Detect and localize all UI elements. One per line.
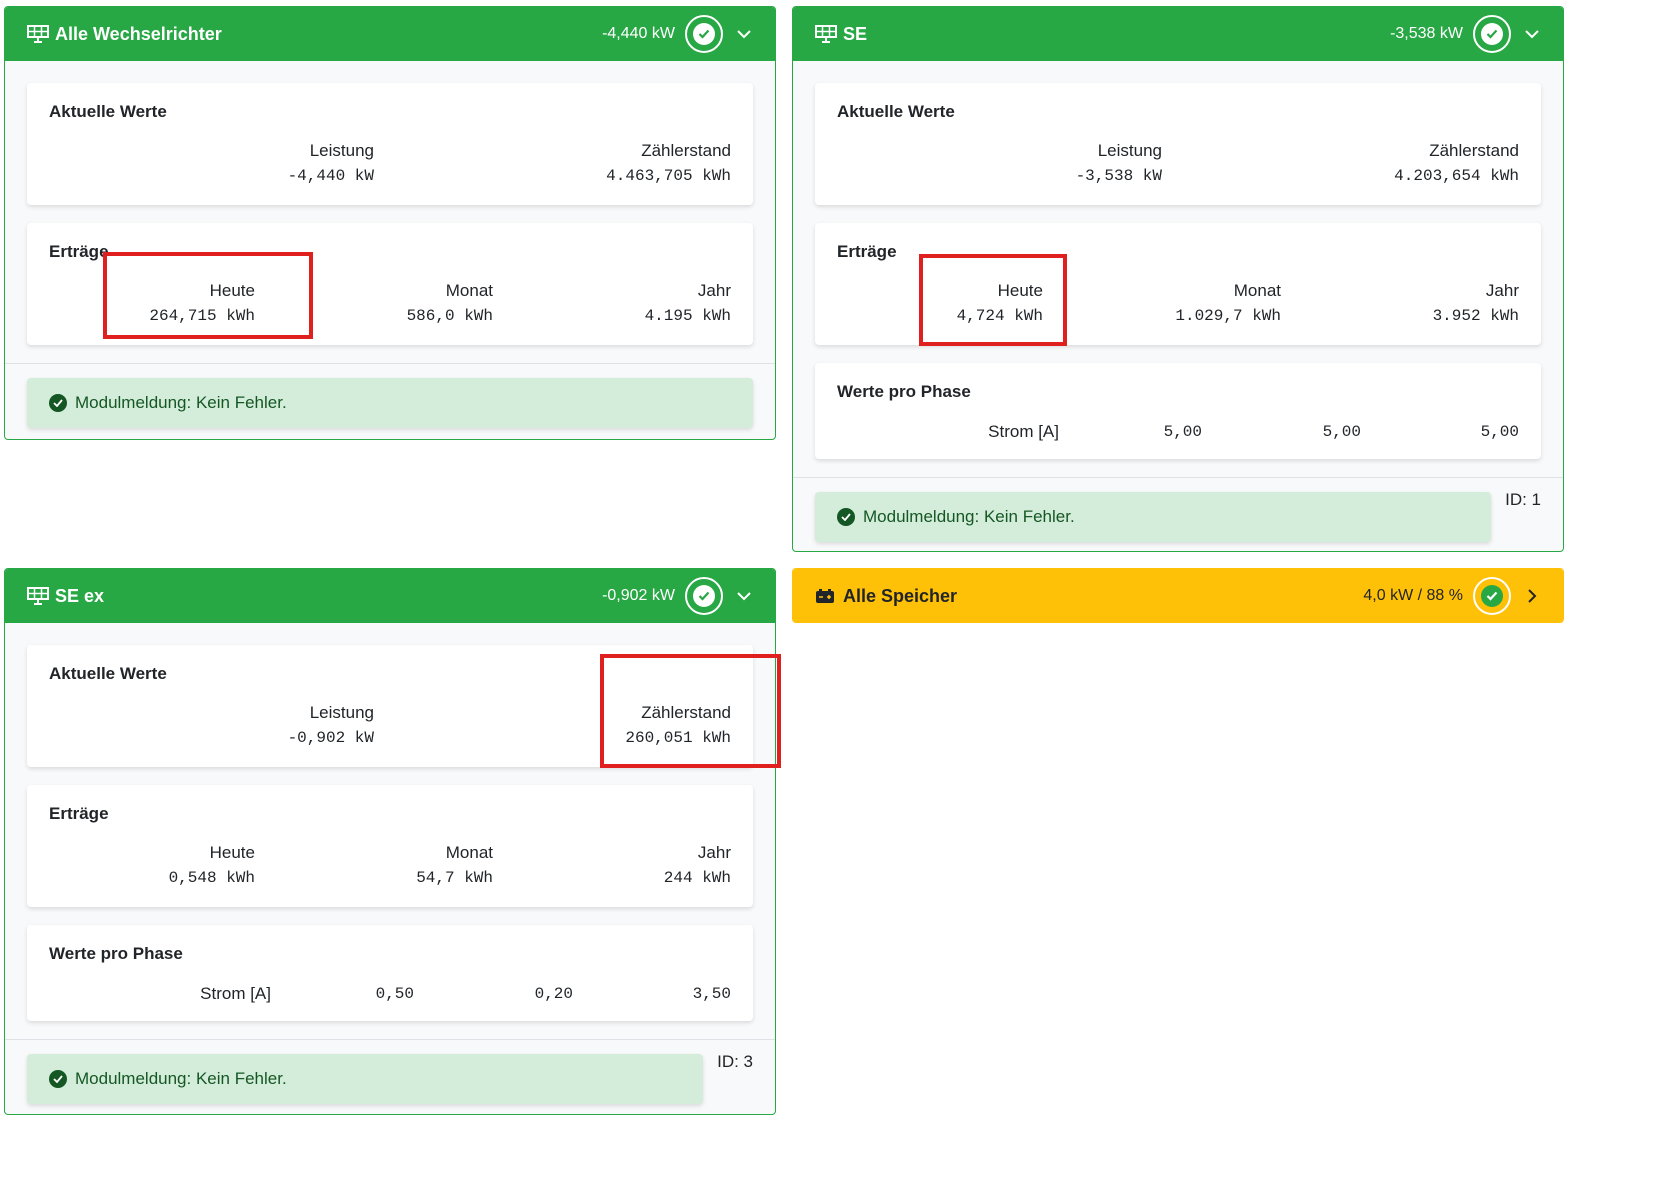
battery-icon <box>815 587 837 605</box>
check-circle-icon <box>837 508 855 526</box>
card-all-inverters: Alle Wechselrichter -4,440 kW Aktuelle W… <box>4 6 776 440</box>
card-se: SE -3,538 kW Aktuelle Werte Leistung -3,5… <box>792 6 1564 552</box>
solar-panel-icon <box>815 25 837 43</box>
panel-title: Erträge <box>49 804 109 823</box>
panel-title: Aktuelle Werte <box>49 102 167 121</box>
check-circle-icon <box>685 15 723 53</box>
power-value: -3,538 kW <box>1075 167 1162 185</box>
card-se-ex: SE ex -0,902 kW Aktuelle Werte Leistung -… <box>4 568 776 1115</box>
card-storage-value: 4,0 kW / 88 % <box>1363 587 1463 604</box>
meter-label: Zählerstand <box>1429 141 1519 160</box>
phase-2-value: 5,00 <box>1322 423 1361 441</box>
phase-1-value: 5,00 <box>1163 423 1202 441</box>
phase-values-panel: Werte pro Phase Strom [A] 5,00 5,00 5,00 <box>815 363 1541 459</box>
meter-value: 4.203,654 kWh <box>1394 167 1519 185</box>
year-value: 3.952 kWh <box>1432 307 1519 325</box>
panel-title: Erträge <box>49 242 109 261</box>
module-message: Modulmeldung: Kein Fehler. <box>75 393 287 412</box>
check-circle-icon <box>1473 15 1511 53</box>
module-message: Modulmeldung: Kein Fehler. <box>863 507 1075 526</box>
meter-value: 260,051 kWh <box>625 729 731 747</box>
phase-current-label: Strom [A] <box>200 984 271 1003</box>
solar-panel-icon <box>27 587 49 605</box>
panel-title: Aktuelle Werte <box>837 102 955 121</box>
card-header-se-ex[interactable]: SE ex -0,902 kW <box>5 569 775 623</box>
yields-panel: Erträge Heute 0,548 kWh Monat 54,7 kWh Jah… <box>27 785 753 907</box>
today-label: Heute <box>209 843 255 862</box>
module-message-alert: Modulmeldung: Kein Fehler. <box>27 378 753 428</box>
phase-values-panel: Werte pro Phase Strom [A] 0,50 0,20 3,50 <box>27 925 753 1021</box>
month-label: Monat <box>1233 281 1281 300</box>
card-header-all-storage[interactable]: Alle Speicher 4,0 kW / 88 % <box>793 569 1563 622</box>
power-value: -4,440 kW <box>287 167 374 185</box>
check-circle-icon <box>49 1070 67 1088</box>
current-values-panel: Aktuelle Werte Leistung -3,538 kW Zählers… <box>815 83 1541 205</box>
month-label: Monat <box>445 281 493 300</box>
module-id: ID: 3 <box>717 1052 753 1071</box>
today-label: Heute <box>209 281 255 300</box>
phase-current-label: Strom [A] <box>988 422 1059 441</box>
card-title: SE <box>843 23 868 44</box>
meter-label: Zählerstand <box>641 141 731 160</box>
module-message: Modulmeldung: Kein Fehler. <box>75 1069 287 1088</box>
check-circle-icon <box>685 577 723 615</box>
month-value: 586,0 kWh <box>406 307 493 325</box>
panel-title: Werte pro Phase <box>49 944 183 963</box>
panel-title: Erträge <box>837 242 897 261</box>
card-header-se[interactable]: SE -3,538 kW <box>793 7 1563 61</box>
solar-panel-icon <box>27 25 49 43</box>
card-footer: Modulmeldung: Kein Fehler. ID: 3 <box>5 1039 775 1114</box>
card-power: -3,538 kW <box>1390 25 1463 42</box>
chevron-down-icon[interactable] <box>735 587 753 605</box>
card-title: Alle Speicher <box>843 585 958 606</box>
year-value: 4.195 kWh <box>644 307 731 325</box>
year-label: Jahr <box>1485 281 1519 300</box>
module-message-alert: Modulmeldung: Kein Fehler. <box>27 1054 703 1104</box>
year-value: 244 kWh <box>663 869 731 887</box>
panel-title: Werte pro Phase <box>837 382 971 401</box>
module-message-alert: Modulmeldung: Kein Fehler. <box>815 492 1491 542</box>
phase-1-value: 0,50 <box>375 985 414 1003</box>
chevron-down-icon[interactable] <box>1523 25 1541 43</box>
power-label: Leistung <box>309 141 374 160</box>
month-label: Monat <box>445 843 493 862</box>
yields-panel: Erträge Heute 264,715 kWh Monat 586,0 kWh … <box>27 223 753 345</box>
phase-3-value: 5,00 <box>1480 423 1519 441</box>
meter-label: Zählerstand <box>641 703 731 722</box>
current-values-panel: Aktuelle Werte Leistung -4,440 kW Zählers… <box>27 83 753 205</box>
today-label: Heute <box>997 281 1043 300</box>
power-label: Leistung <box>309 703 374 722</box>
card-power: -0,902 kW <box>602 587 675 604</box>
phase-2-value: 0,20 <box>534 985 573 1003</box>
month-value: 1.029,7 kWh <box>1175 307 1281 325</box>
card-title: SE ex <box>55 585 105 606</box>
panel-title: Aktuelle Werte <box>49 664 167 683</box>
meter-value: 4.463,705 kWh <box>606 167 731 185</box>
today-value: 264,715 kWh <box>149 307 255 325</box>
today-value: 4,724 kWh <box>956 307 1043 325</box>
today-value: 0,548 kWh <box>168 869 255 887</box>
check-circle-icon <box>49 394 67 412</box>
check-circle-icon <box>1473 577 1511 615</box>
year-label: Jahr <box>697 843 731 862</box>
card-title: Alle Wechselrichter <box>55 23 222 44</box>
chevron-down-icon[interactable] <box>735 25 753 43</box>
chevron-right-icon[interactable] <box>1523 587 1541 605</box>
month-value: 54,7 kWh <box>416 869 493 887</box>
power-label: Leistung <box>1097 141 1162 160</box>
power-value: -0,902 kW <box>287 729 374 747</box>
card-all-storage: Alle Speicher 4,0 kW / 88 % <box>792 568 1564 623</box>
card-header-all-inverters[interactable]: Alle Wechselrichter -4,440 kW <box>5 7 775 61</box>
card-footer: Modulmeldung: Kein Fehler. ID: 1 <box>793 477 1563 551</box>
card-power: -4,440 kW <box>602 25 675 42</box>
year-label: Jahr <box>697 281 731 300</box>
card-footer: Modulmeldung: Kein Fehler. <box>5 363 775 439</box>
yields-panel: Erträge Heute 4,724 kWh Monat 1.029,7 kWh … <box>815 223 1541 345</box>
phase-3-value: 3,50 <box>692 985 731 1003</box>
module-id: ID: 1 <box>1505 490 1541 509</box>
current-values-panel: Aktuelle Werte Leistung -0,902 kW Zählers… <box>27 645 753 767</box>
